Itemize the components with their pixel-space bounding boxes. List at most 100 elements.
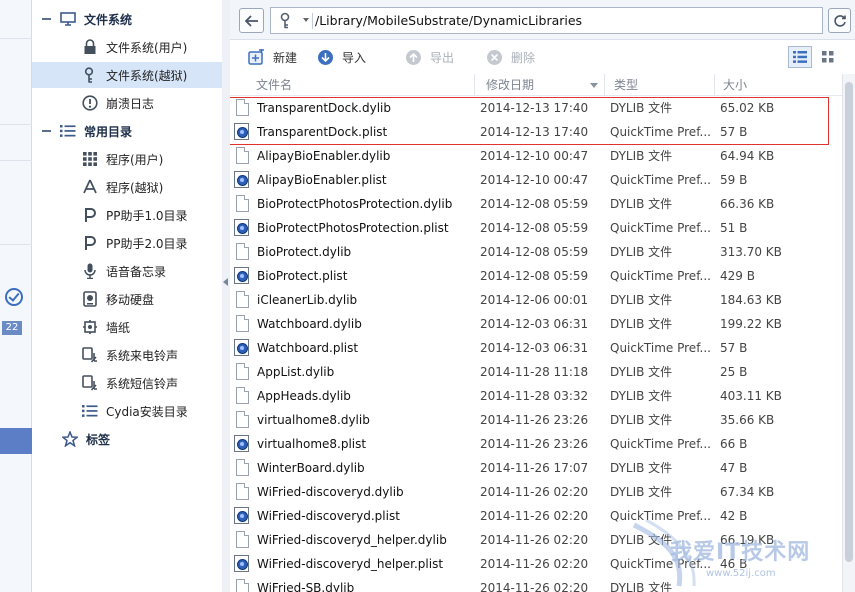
tree-item[interactable]: 文件系统 [32, 6, 222, 32]
file-row[interactable]: BioProtectPhotosProtection.plist 2014-12-… [230, 216, 842, 240]
tree-item-label: 程序(越狱) [106, 180, 164, 195]
refresh-button[interactable] [828, 8, 851, 33]
count-badge: 22 [2, 321, 22, 335]
file-row[interactable]: BioProtectPhotosProtection.dylib 2014-12-… [230, 192, 842, 216]
file-name: TransparentDock.dylib [257, 101, 391, 115]
tree-item[interactable]: 墙纸 [32, 314, 222, 340]
file-row[interactable]: AlipayBioEnabler.dylib 2014-12-10 00:47 DY… [230, 144, 842, 168]
file-row[interactable]: WiFried-discoveryd_helper.dylib 2014-11-2… [230, 528, 842, 552]
file-row[interactable]: Watchboard.dylib 2014-12-03 06:31 DYLIB 文件… [230, 312, 842, 336]
file-date: 2014-11-26 02:20 [480, 557, 589, 571]
file-row[interactable]: BioProtect.dylib 2014-12-08 05:59 DYLIB 文件… [230, 240, 842, 264]
file-row[interactable]: TransparentDock.plist 2014-12-13 17:40 Qui… [230, 120, 842, 144]
tree-item[interactable]: 系统短信铃声 [32, 370, 222, 396]
tree-item[interactable]: 崩溃日志 [32, 90, 222, 116]
tree-item-label: 常用目录 [84, 124, 133, 139]
column-date[interactable]: 修改日期 [480, 74, 605, 96]
pp-icon [82, 207, 98, 223]
file-row[interactable]: WiFried-SB.dylib 2014-11-26 02:20 DYLIB 文件 [230, 576, 842, 592]
collapse-icon[interactable] [42, 18, 51, 20]
file-date: 2014-11-26 23:26 [480, 413, 589, 427]
file-date: 2014-12-08 05:59 [480, 197, 589, 211]
file-size: 42 B [720, 509, 748, 523]
list-icon [60, 123, 76, 139]
new-button[interactable]: 新建 [248, 47, 297, 67]
grid-view-button[interactable] [816, 46, 840, 68]
column-name[interactable]: 文件名 [250, 74, 475, 96]
tree-item-label: 墙纸 [106, 320, 131, 335]
column-size[interactable]: 大小 [717, 74, 842, 96]
file-row[interactable]: AppList.dylib 2014-11-28 11:18 DYLIB 文件 25 … [230, 360, 842, 384]
tree-item[interactable]: 系统来电铃声 [32, 342, 222, 368]
file-row[interactable]: WiFried-discoveryd.dylib 2014-11-26 02:20… [230, 480, 842, 504]
file-row[interactable]: virtualhome8.plist 2014-11-26 23:26 QuickT… [230, 432, 842, 456]
file-type: DYLIB 文件 [610, 317, 673, 331]
key-icon[interactable] [279, 12, 295, 33]
tree-item[interactable]: 移动硬盘 [32, 286, 222, 312]
ringtone-icon [82, 347, 98, 363]
tree-item-label: 文件系统(用户) [106, 40, 188, 55]
file-date: 2014-12-08 05:59 [480, 221, 589, 235]
file-name: AlipayBioEnabler.dylib [257, 149, 391, 163]
tree-item[interactable]: 程序(越狱) [32, 174, 222, 200]
back-button[interactable] [239, 8, 264, 33]
file-type: DYLIB 文件 [610, 293, 673, 307]
collapse-arrow-icon[interactable] [223, 278, 228, 286]
check-circle-icon[interactable] [5, 288, 23, 306]
delete-button[interactable]: 删除 [486, 47, 535, 67]
file-row[interactable]: virtualhome8.dylib 2014-11-26 23:26 DYLIB … [230, 408, 842, 432]
file-list: WiFried-SB.dylib 2014-11-26 02:20 DYLIB 文件… [230, 96, 842, 592]
file-date: 2014-12-13 17:40 [480, 101, 589, 115]
file-type: DYLIB 文件 [610, 365, 673, 379]
tree-item[interactable]: Cydia安装目录 [32, 398, 222, 424]
tree-splitter[interactable] [222, 0, 230, 592]
file-row[interactable]: WiFried-discoveryd.plist 2014-11-26 02:20… [230, 504, 842, 528]
vertical-scrollbar[interactable] [842, 74, 855, 592]
document-icon [234, 243, 250, 261]
hard-disk-icon [82, 291, 98, 307]
file-row[interactable]: AppHeads.dylib 2014-11-28 03:32 DYLIB 文件 40… [230, 384, 842, 408]
tree-item[interactable]: PP助手1.0目录 [32, 202, 222, 228]
tree-item[interactable]: 文件系统(越狱) [32, 62, 222, 88]
strip-divider [0, 38, 32, 39]
file-row[interactable]: Watchboard.plist 2014-12-03 06:31 QuickTim… [230, 336, 842, 360]
tree-item[interactable]: 常用目录 [32, 118, 222, 144]
file-size: 66 B [720, 437, 748, 451]
path-text[interactable]: /Library/MobileSubstrate/DynamicLibrarie… [315, 13, 582, 28]
file-size: 403.11 KB [720, 389, 782, 403]
file-row[interactable]: TransparentDock.dylib 2014-12-13 17:40 DYL… [230, 96, 842, 120]
tree-item[interactable]: 标签 [32, 426, 222, 452]
file-date: 2014-12-03 06:31 [480, 341, 589, 355]
address-bar: /Library/MobileSubstrate/DynamicLibrarie… [230, 0, 855, 40]
file-row[interactable]: WinterBoard.dylib 2014-11-26 17:07 DYLIB 文… [230, 456, 842, 480]
document-icon [234, 459, 250, 477]
tree-item[interactable]: PP助手2.0目录 [32, 230, 222, 256]
file-size: 429 B [720, 269, 755, 283]
dropdown-caret-icon[interactable] [303, 18, 309, 22]
collapse-icon[interactable] [42, 130, 51, 132]
sort-arrow-icon [590, 83, 598, 88]
file-size: 64.94 KB [720, 149, 775, 163]
tree-item[interactable]: 程序(用户) [32, 146, 222, 172]
tree-item[interactable]: 语音备忘录 [32, 258, 222, 284]
file-name: virtualhome8.plist [257, 437, 367, 451]
scrollbar-thumb[interactable] [845, 82, 853, 562]
alert-icon [82, 95, 98, 111]
file-row[interactable]: WiFried-discoveryd_helper.plist 2014-11-2… [230, 552, 842, 576]
file-size: 67.34 KB [720, 485, 775, 499]
plist-file-icon [234, 219, 250, 237]
strip-selected-item[interactable] [0, 428, 32, 454]
export-button[interactable]: 导出 [405, 47, 454, 67]
file-row[interactable]: iCleanerLib.dylib 2014-12-06 00:01 DYLIB 文… [230, 288, 842, 312]
new-folder-icon [248, 48, 265, 66]
document-icon [234, 99, 250, 117]
file-name: virtualhome8.dylib [257, 413, 370, 427]
list-view-button[interactable] [788, 46, 812, 68]
document-icon [234, 195, 250, 213]
column-type[interactable]: 类型 [608, 74, 715, 96]
import-button[interactable]: 导入 [317, 47, 366, 67]
file-row[interactable]: BioProtect.plist 2014-12-08 05:59 QuickTim… [230, 264, 842, 288]
file-row[interactable]: AlipayBioEnabler.plist 2014-12-10 00:47 Qu… [230, 168, 842, 192]
path-input[interactable]: /Library/MobileSubstrate/DynamicLibrarie… [270, 7, 852, 34]
tree-item[interactable]: 文件系统(用户) [32, 34, 222, 60]
